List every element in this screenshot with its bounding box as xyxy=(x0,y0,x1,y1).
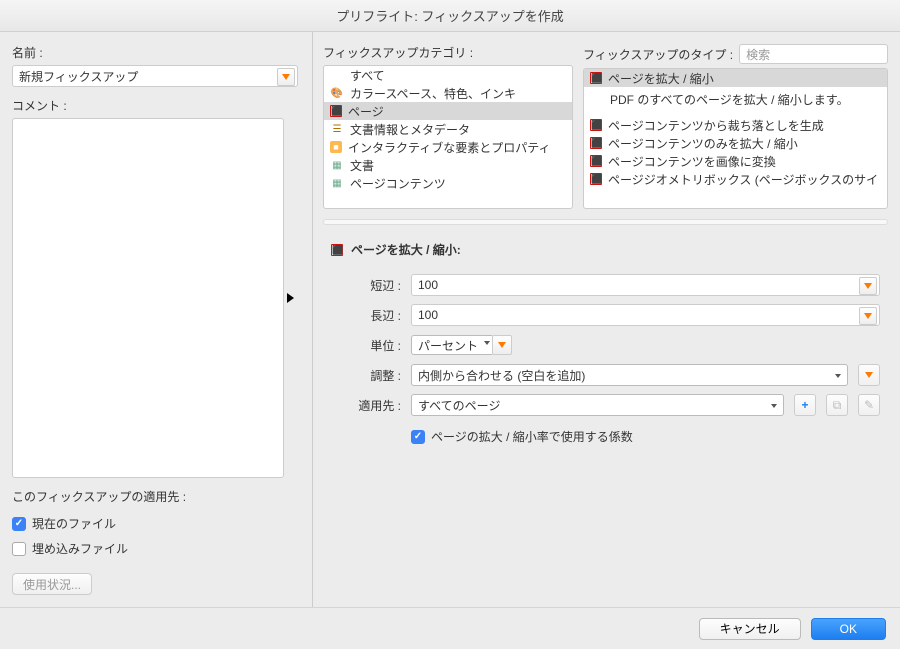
unit-label: 単位 : xyxy=(351,337,401,354)
apply-to-dropdown[interactable]: すべてのページ xyxy=(411,394,784,416)
short-edge-label: 短辺 : xyxy=(351,277,401,294)
divider-handle[interactable] xyxy=(323,217,888,227)
type-description: PDF のすべてのページを拡大 / 縮小します。 xyxy=(584,87,887,116)
chevron-down-icon[interactable] xyxy=(492,335,512,355)
list-item[interactable]: ■インタラクティブな要素とプロパティ xyxy=(324,138,572,156)
list-item[interactable]: ⬛ページジオメトリボックス (ページボックスのサイ xyxy=(584,170,887,188)
category-list[interactable]: すべて 🎨カラースペース、特色、インキ ⬛ページ ☰文書情報とメタデータ ■イン… xyxy=(323,65,573,209)
color-icon: 🎨 xyxy=(330,86,344,100)
apply-to-label: このフィックスアップの適用先 : xyxy=(12,488,298,505)
caret-icon xyxy=(484,341,490,345)
category-label: フィックスアップカテゴリ : xyxy=(323,44,573,61)
list-item[interactable]: ☰文書情報とメタデータ xyxy=(324,120,572,138)
name-dropdown[interactable]: 新規フィックスアップ xyxy=(12,65,298,87)
pdf-icon: ⬛ xyxy=(590,173,602,185)
cancel-button[interactable]: キャンセル xyxy=(699,618,801,640)
pdf-icon: ⬛ xyxy=(590,72,602,84)
list-item[interactable]: ⬛ページを拡大 / 縮小 xyxy=(584,69,887,87)
expand-icon[interactable] xyxy=(284,291,298,305)
list-item[interactable]: ⬛ページコンテンツを画像に変換 xyxy=(584,152,887,170)
checkbox-scale-factor[interactable]: ページの拡大 / 縮小率で使用する係数 xyxy=(411,428,633,445)
list-item[interactable]: すべて xyxy=(324,66,572,84)
list-item[interactable]: ⬛ページコンテンツのみを拡大 / 縮小 xyxy=(584,134,887,152)
checkbox-icon xyxy=(12,517,26,531)
chevron-down-icon[interactable] xyxy=(277,68,295,86)
pdf-icon: ⬛ xyxy=(590,137,602,149)
chevron-down-icon[interactable] xyxy=(858,364,880,386)
name-label: 名前 : xyxy=(12,44,298,61)
adjust-label: 調整 : xyxy=(351,367,401,384)
list-item[interactable]: 🎨カラースペース、特色、インキ xyxy=(324,84,572,102)
interactive-icon: ■ xyxy=(330,141,342,153)
pdf-icon: ⬛ xyxy=(331,244,343,256)
pdf-icon: ⬛ xyxy=(590,119,602,131)
page-content-icon: ▦ xyxy=(330,176,344,190)
all-icon xyxy=(330,68,344,82)
form-title: ページを拡大 / 縮小: xyxy=(351,241,461,258)
window-title: プリフライト: フィックスアップを作成 xyxy=(0,0,900,32)
checkbox-current-file[interactable]: 現在のファイル xyxy=(12,515,298,532)
checkbox-icon xyxy=(12,542,26,556)
type-label: フィックスアップのタイプ : xyxy=(583,46,733,63)
comment-label: コメント : xyxy=(12,97,298,114)
list-item[interactable]: ⬛ページコンテンツから裁ち落としを生成 xyxy=(584,116,887,134)
chevron-down-icon[interactable] xyxy=(859,307,877,325)
add-button[interactable]: + xyxy=(794,394,816,416)
ok-button[interactable]: OK xyxy=(811,618,886,640)
long-edge-input[interactable]: 100 xyxy=(411,304,880,326)
pdf-icon: ⬛ xyxy=(330,105,342,117)
usage-button[interactable]: 使用状況... xyxy=(12,573,92,595)
checkbox-embedded-file[interactable]: 埋め込みファイル xyxy=(12,540,298,557)
checkbox-icon xyxy=(411,430,425,444)
long-edge-label: 長辺 : xyxy=(351,307,401,324)
search-input[interactable]: 検索 xyxy=(739,44,888,64)
metadata-icon: ☰ xyxy=(330,122,344,136)
list-item[interactable]: ▦ページコンテンツ xyxy=(324,174,572,192)
chevron-down-icon[interactable] xyxy=(859,277,877,295)
adjust-dropdown[interactable]: 内側から合わせる (空白を追加) xyxy=(411,364,848,386)
comment-textarea[interactable] xyxy=(12,118,284,478)
list-item[interactable]: ⬛ページ xyxy=(324,102,572,120)
unit-dropdown[interactable]: パーセント xyxy=(411,334,512,356)
short-edge-input[interactable]: 100 xyxy=(411,274,880,296)
edit-button: ✎ xyxy=(858,394,880,416)
pdf-icon: ⬛ xyxy=(590,155,602,167)
document-icon: ▦ xyxy=(330,158,344,172)
list-item[interactable]: ▦文書 xyxy=(324,156,572,174)
name-value: 新規フィックスアップ xyxy=(19,68,138,85)
apply-to-label: 適用先 : xyxy=(351,397,401,414)
type-list[interactable]: ⬛ページを拡大 / 縮小 PDF のすべてのページを拡大 / 縮小します。 ⬛ペ… xyxy=(583,68,888,209)
copy-button: ⧉ xyxy=(826,394,848,416)
